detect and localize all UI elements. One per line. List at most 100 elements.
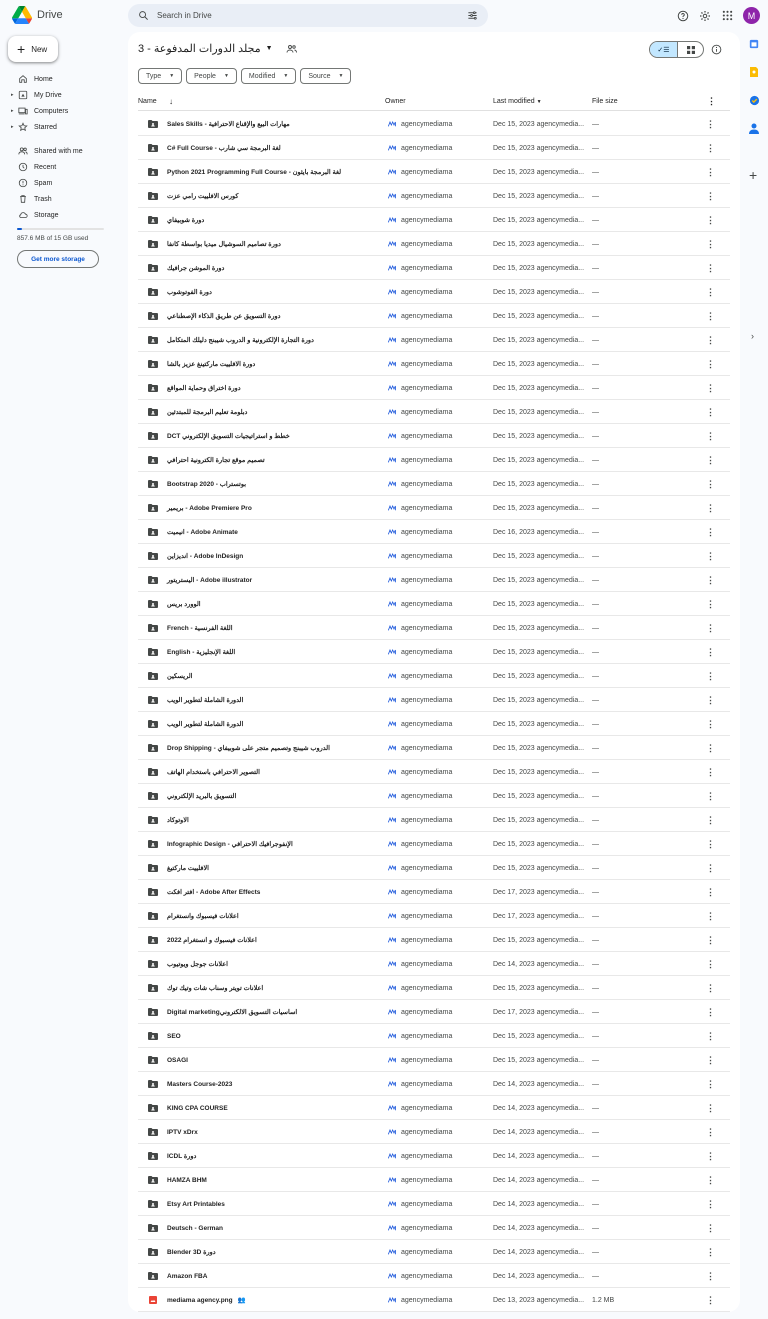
file-name[interactable]: KING CPA COURSE [167,1096,228,1120]
table-row[interactable]: Python 2021 Programming Full Course - لغ… [138,160,730,184]
file-name[interactable]: دورة الفوتوشوب [167,280,212,304]
table-row[interactable]: Blender 3D دورة agencymediama Dec 14, 2023… [138,1240,730,1264]
more-vert-icon[interactable]: ⋮ [706,1048,715,1072]
grid-view-button[interactable] [678,42,703,57]
table-row[interactable]: انيميت - Adobe Animate agencymediama Dec 1… [138,520,730,544]
file-name[interactable]: HAMZA BHM [167,1168,207,1192]
more-vert-icon[interactable]: ⋮ [706,496,715,520]
table-row[interactable]: الافلييت ماركتيغ agencymediama Dec 15, 202… [138,856,730,880]
table-row[interactable]: دورة شوبيفاي agencymediama Dec 15, 2023 ag… [138,208,730,232]
file-name[interactable]: اعلانات جوجل ويوتيوب [167,952,228,976]
table-row[interactable]: Infographic Design - الإنفوجرافيك الاحتر… [138,832,730,856]
table-row[interactable]: اليستريتور - Adobe illustrator agencymedi… [138,568,730,592]
more-vert-icon[interactable]: ⋮ [706,1192,715,1216]
column-last-modified[interactable]: Last modified ▼ [493,98,542,105]
file-name[interactable]: Deutsch - German [167,1216,223,1240]
file-name[interactable]: ICDL دورة [167,1144,196,1168]
more-vert-icon[interactable]: ⋮ [706,448,715,472]
more-vert-icon[interactable]: ⋮ [706,1240,715,1264]
table-row[interactable]: دورة الموشن جرافيك agencymediama Dec 15, 2… [138,256,730,280]
more-vert-icon[interactable]: ⋮ [706,1144,715,1168]
more-vert-icon[interactable]: ⋮ [706,712,715,736]
more-vert-icon[interactable]: ⋮ [706,256,715,280]
more-vert-icon[interactable]: ⋮ [706,136,715,160]
table-row[interactable]: بريمير - Adobe Premiere Pro agencymediama… [138,496,730,520]
table-row[interactable]: mediama agency.png 👥 agencymediama Dec 13, … [138,1288,730,1312]
file-name[interactable]: تصميم موقع تجارة الكترونية احترافي [167,448,265,472]
more-vert-icon[interactable]: ⋮ [706,1024,715,1048]
filter-modified[interactable]: Modified ▼ [240,68,297,84]
tasks-icon[interactable] [748,94,760,106]
file-name[interactable]: دورة التسويق عن طريق الذكاء الإصطناعي [167,304,281,328]
sidebar-item-spam[interactable]: Spam [8,175,118,191]
search-options-icon[interactable] [467,10,478,21]
filter-type[interactable]: Type ▼ [138,68,183,84]
table-row[interactable]: Drop Shipping - الدروب شيبنج وتصميم متجر… [138,736,730,760]
more-vert-icon[interactable]: ⋮ [706,352,715,376]
help-icon[interactable] [677,10,689,22]
more-vert-icon[interactable]: ⋮ [706,784,715,808]
settings-icon[interactable] [699,10,711,22]
search-icon[interactable] [138,10,149,21]
file-name[interactable]: الدورة الشاملة لتطوير الويب [167,688,243,712]
table-row[interactable]: افتر افكت - Adobe After Effects agencymed… [138,880,730,904]
file-name[interactable]: دورة شوبيفاي [167,208,204,232]
table-row[interactable]: دورة الافلييت ماركتينغ عزيز بالشا agencym… [138,352,730,376]
file-name[interactable]: الوورد بريس [167,592,201,616]
table-row[interactable]: OSAGI agencymediama Dec 15, 2023 agencymed… [138,1048,730,1072]
more-vert-icon[interactable]: ⋮ [706,808,715,832]
table-row[interactable]: الاوتوكاد agencymediama Dec 15, 2023 agenc… [138,808,730,832]
table-row[interactable]: دورة التجارة الإلكترونية و الدروب شيبنج … [138,328,730,352]
table-row[interactable]: DCT خطط و استراتيجيات التسويق الإلكتروني… [138,424,730,448]
shared-folder-icon[interactable] [286,44,298,54]
table-row[interactable]: الدورة الشاملة لتطوير الويب agencymediama… [138,688,730,712]
sidebar-item-shared-with-me[interactable]: Shared with me [8,143,118,159]
file-name[interactable]: انيميت - Adobe Animate [167,520,238,544]
contacts-icon[interactable] [748,122,760,134]
more-vert-icon[interactable]: ⋮ [706,1120,715,1144]
search-input[interactable]: Search in Drive [157,11,467,20]
more-vert-icon[interactable]: ⋮ [706,832,715,856]
table-row[interactable]: Amazon FBA agencymediama Dec 14, 2023 agen… [138,1264,730,1288]
more-vert-icon[interactable]: ⋮ [707,96,716,107]
sidebar-item-storage[interactable]: Storage [8,207,118,223]
table-row[interactable]: كورس الافلييت رامي عزت agencymediama Dec 1… [138,184,730,208]
more-vert-icon[interactable]: ⋮ [706,1000,715,1024]
file-name[interactable]: اليستريتور - Adobe illustrator [167,568,252,592]
file-name[interactable]: 2022 اعلانات فيسبوك و انستغرام [167,928,257,952]
more-vert-icon[interactable]: ⋮ [706,760,715,784]
file-name[interactable]: DCT خطط و استراتيجيات التسويق الإلكتروني [167,424,290,448]
file-name[interactable]: الريسكين [167,664,192,688]
table-row[interactable]: تصميم موقع تجارة الكترونية احترافي agency… [138,448,730,472]
file-name[interactable]: بريمير - Adobe Premiere Pro [167,496,252,520]
drive-logo[interactable]: Drive [12,6,63,24]
file-name[interactable]: دورة التجارة الإلكترونية و الدروب شيبنج … [167,328,314,352]
table-row[interactable]: Etsy Art Printables agencymediama Dec 14, … [138,1192,730,1216]
table-row[interactable]: دورة تصاميم السوشيال ميديا بواسطة كانفا a… [138,232,730,256]
table-row[interactable]: SEO agencymediama Dec 15, 2023 agencymedia… [138,1024,730,1048]
more-vert-icon[interactable]: ⋮ [706,184,715,208]
file-name[interactable]: OSAGI [167,1048,188,1072]
more-vert-icon[interactable]: ⋮ [706,904,715,928]
more-vert-icon[interactable]: ⋮ [706,664,715,688]
file-name[interactable]: افتر افكت - Adobe After Effects [167,880,260,904]
more-vert-icon[interactable]: ⋮ [706,640,715,664]
table-row[interactable]: الدورة الشاملة لتطوير الويب agencymediama… [138,712,730,736]
table-row[interactable]: التصوير الاحترافي باستخدام الهاتف agencym… [138,760,730,784]
file-name[interactable]: التسويق بالبريد الإلكتروني [167,784,236,808]
file-name[interactable]: Infographic Design - الإنفوجرافيك الاحتر… [167,832,293,856]
table-row[interactable]: HAMZA BHM agencymediama Dec 14, 2023 agenc… [138,1168,730,1192]
table-row[interactable]: اعلانات فيسبوك وانستغرام agencymediama Dec… [138,904,730,928]
table-row[interactable]: Bootstrap 2020 - بوتستراب agencymediama De… [138,472,730,496]
more-vert-icon[interactable]: ⋮ [706,280,715,304]
table-row[interactable]: ICDL دورة agencymediama Dec 14, 2023 agenc… [138,1144,730,1168]
sort-arrow-icon[interactable]: ↓ [169,97,173,106]
more-vert-icon[interactable]: ⋮ [706,328,715,352]
sidebar-item-computers[interactable]: ▸ Computers [8,103,118,119]
table-row[interactable]: دبلومة تعليم البرمجة للمبتدئين agencymedi… [138,400,730,424]
file-name[interactable]: دبلومة تعليم البرمجة للمبتدئين [167,400,247,424]
file-name[interactable]: Digital marketingاساسيات التسويق الالكتر… [167,1000,297,1024]
more-vert-icon[interactable]: ⋮ [706,616,715,640]
more-vert-icon[interactable]: ⋮ [706,1168,715,1192]
more-vert-icon[interactable]: ⋮ [706,1264,715,1288]
